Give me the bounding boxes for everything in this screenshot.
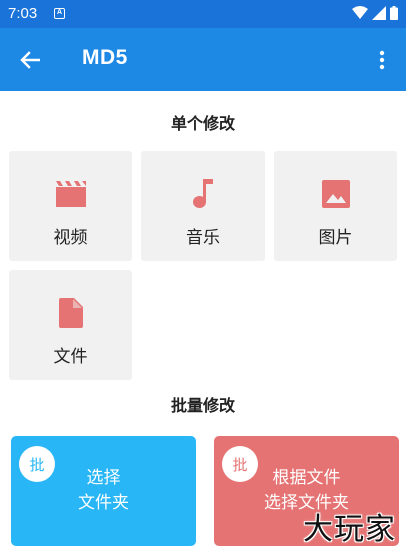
- tile-label: 文件: [53, 347, 88, 367]
- app-bar: MD5: [0, 28, 406, 91]
- batch-select-folder-button[interactable]: 批 选择 文件夹: [11, 436, 196, 546]
- tile-label: 视频: [53, 228, 88, 248]
- batch-card-line2: 文件夹: [78, 493, 129, 513]
- battery-icon: [390, 6, 398, 20]
- file-icon: [56, 298, 86, 328]
- tile-file[interactable]: 文件: [9, 270, 132, 380]
- watermark: 大玩家: [303, 512, 396, 547]
- tile-image[interactable]: 图片: [274, 151, 397, 261]
- status-time: 7:03: [8, 5, 38, 22]
- page-title: MD5: [82, 46, 128, 69]
- movie-icon: [55, 179, 86, 209]
- single-section-title: 单个修改: [170, 114, 235, 133]
- status-bar: 7:03 A: [0, 0, 406, 28]
- batch-card-text: 选择 文件夹: [11, 466, 196, 516]
- back-button[interactable]: [16, 46, 44, 74]
- notification-a-icon: A: [54, 8, 65, 19]
- more-options-button[interactable]: [370, 46, 394, 74]
- arrow-back-icon: [20, 51, 40, 69]
- tile-label: 音乐: [186, 228, 220, 248]
- tile-video[interactable]: 视频: [9, 151, 132, 261]
- signal-icon: [372, 6, 386, 20]
- batch-section-title: 批量修改: [170, 396, 235, 415]
- music-note-icon: [188, 179, 218, 209]
- status-icons: [352, 6, 398, 20]
- wifi-icon: [352, 6, 368, 19]
- more-vert-icon: [379, 50, 385, 70]
- tile-music[interactable]: 音乐: [141, 151, 265, 261]
- batch-card-line1: 根据文件: [272, 468, 341, 488]
- image-icon: [321, 179, 351, 209]
- batch-card-line1: 选择: [86, 468, 121, 488]
- tile-label: 图片: [318, 228, 353, 248]
